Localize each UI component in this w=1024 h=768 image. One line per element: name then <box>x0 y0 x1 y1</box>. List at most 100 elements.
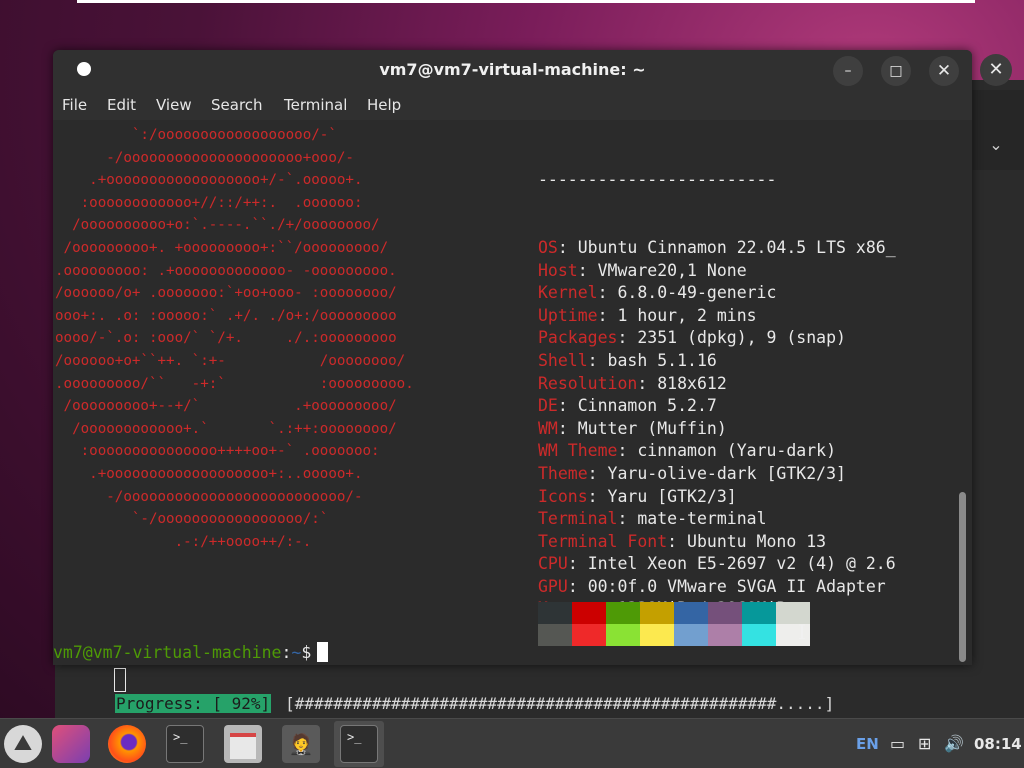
palette-row-bright <box>538 624 810 646</box>
info-row: Packages: 2351 (dpkg), 9 (snap) <box>538 327 958 350</box>
info-colon: : <box>587 486 608 506</box>
apt-progress: Progress: [ 92%] [#######################… <box>115 693 834 715</box>
info-key: CPU <box>538 554 568 574</box>
info-key: Host <box>538 260 578 280</box>
palette-swatch <box>708 602 742 624</box>
info-row: Kernel: 6.8.0-49-generic <box>538 282 958 305</box>
info-value: Yaru-olive-dark [GTK2/3] <box>607 463 846 483</box>
background-close-icon[interactable]: ✕ <box>980 54 1012 86</box>
info-value: bash 5.1.16 <box>607 350 717 370</box>
info-value: 00:0f.0 VMware SVGA II Adapter <box>587 576 886 596</box>
shell-prompt[interactable]: vm7@vm7-virtual-machine:~$ <box>53 642 329 664</box>
menu-icon[interactable]: ⛰ <box>4 725 42 763</box>
info-row: GPU: 00:0f.0 VMware SVGA II Adapter <box>538 576 958 599</box>
info-colon: : <box>597 283 618 303</box>
maximize-button[interactable]: □ <box>881 56 911 86</box>
info-row: Terminal: mate-terminal <box>538 508 958 531</box>
info-colon: : <box>597 305 618 325</box>
info-key: Packages <box>538 328 618 348</box>
info-colon: : <box>557 396 578 416</box>
info-key: DE <box>538 396 558 416</box>
info-colon: : <box>567 554 588 574</box>
close-button[interactable]: ✕ <box>929 56 959 86</box>
menu-help[interactable]: Help <box>367 96 401 114</box>
info-key: Terminal Font <box>538 531 668 551</box>
info-key: WM <box>538 418 558 438</box>
info-row: Uptime: 1 hour, 2 mins <box>538 305 958 328</box>
menu-file[interactable]: File <box>62 96 87 114</box>
info-value: Ubuntu Cinnamon 22.04.5 LTS x86_ <box>577 237 896 257</box>
info-key: Shell <box>538 350 588 370</box>
terminal-launcher-icon[interactable]: >_ <box>166 725 204 763</box>
system-info: ------------------------ OS: Ubuntu Cinn… <box>538 124 958 665</box>
info-row: CPU: Intel Xeon E5-2697 v2 (4) @ 2.6 <box>538 553 958 576</box>
prompt-colon: : <box>281 643 292 662</box>
info-value: Cinnamon 5.2.7 <box>577 396 717 416</box>
info-row: Theme: Yaru-olive-dark [GTK2/3] <box>538 463 958 486</box>
info-colon: : <box>587 350 608 370</box>
menu-terminal[interactable]: Terminal <box>284 96 347 114</box>
palette-row-normal <box>538 602 810 624</box>
background-terminal-cursor <box>114 668 126 692</box>
info-key: Terminal <box>538 509 618 529</box>
terminal-window[interactable]: vm7@vm7-virtual-machine: ~ – □ ✕ File Ed… <box>53 50 972 665</box>
chevron-down-icon[interactable]: ⌄ <box>984 133 1008 157</box>
info-value: Mutter (Muffin) <box>577 418 727 438</box>
menu-bar: File Edit View Search Terminal Help <box>53 90 972 120</box>
clock[interactable]: 08:14 <box>974 719 1022 768</box>
info-colon: : <box>617 328 638 348</box>
info-value: 6.8.0-49-generic <box>617 283 777 303</box>
palette-swatch <box>742 602 776 624</box>
scrollbar[interactable] <box>959 492 966 662</box>
prompt-user-host: vm7@vm7-virtual-machine <box>53 643 282 662</box>
info-row: WM: Mutter (Muffin) <box>538 418 958 441</box>
title-bar[interactable]: vm7@vm7-virtual-machine: ~ – □ ✕ <box>53 50 972 90</box>
palette-swatch <box>606 624 640 646</box>
menu-edit[interactable]: Edit <box>107 96 136 114</box>
terminal-content[interactable]: `:/oooooooooooooooooo/-` -/ooooooooooooo… <box>53 120 972 665</box>
menu-view[interactable]: View <box>156 96 192 114</box>
info-row: WM Theme: cinnamon (Yaru-dark) <box>538 440 958 463</box>
block-cursor <box>317 642 329 662</box>
info-value: VMware20,1 None <box>597 260 747 280</box>
info-value: cinnamon (Yaru-dark) <box>637 441 837 461</box>
app-launcher-icon[interactable] <box>52 725 90 763</box>
color-palette <box>538 602 810 646</box>
palette-swatch <box>708 624 742 646</box>
display-icon[interactable]: ▭ <box>890 719 905 768</box>
info-value: Ubuntu Mono 13 <box>687 531 827 551</box>
info-key: Kernel <box>538 283 598 303</box>
info-value: Intel Xeon E5-2697 v2 (4) @ 2.6 <box>587 554 896 574</box>
info-colon: : <box>577 260 598 280</box>
info-row: Host: VMware20,1 None <box>538 260 958 283</box>
info-colon: : <box>557 237 578 257</box>
info-colon: : <box>587 463 608 483</box>
files-icon[interactable] <box>224 725 262 763</box>
text-cursor-icon: I <box>798 620 806 644</box>
firefox-icon[interactable] <box>108 725 146 763</box>
info-colon: : <box>617 509 638 529</box>
mate-icon[interactable]: 🤵 <box>282 725 320 763</box>
palette-swatch <box>742 624 776 646</box>
info-row: OS: Ubuntu Cinnamon 22.04.5 LTS x86_ <box>538 237 958 260</box>
background-terminal-side <box>972 90 1024 170</box>
info-value: Yaru [GTK2/3] <box>607 486 737 506</box>
palette-swatch <box>538 602 572 624</box>
taskbar: ⛰ >_ 🤵 >_ EN ▭ ⊞ 🔊 08:14 <box>0 718 1024 768</box>
menu-search[interactable]: Search <box>211 96 263 114</box>
info-row: Shell: bash 5.1.16 <box>538 350 958 373</box>
palette-swatch <box>572 602 606 624</box>
top-window-edge <box>77 0 975 3</box>
network-icon[interactable]: ⊞ <box>918 719 931 768</box>
info-key: OS <box>538 237 558 257</box>
terminal-window-icon[interactable]: >_ <box>340 725 378 763</box>
keyboard-layout[interactable]: EN <box>856 719 879 768</box>
info-key: WM Theme <box>538 441 618 461</box>
info-value: 2351 (dpkg), 9 (snap) <box>637 328 846 348</box>
info-key: Uptime <box>538 305 598 325</box>
info-colon: : <box>637 373 658 393</box>
minimize-button[interactable]: – <box>833 56 863 86</box>
info-colon: : <box>617 441 638 461</box>
info-colon: : <box>557 418 578 438</box>
volume-icon[interactable]: 🔊 <box>944 719 964 768</box>
